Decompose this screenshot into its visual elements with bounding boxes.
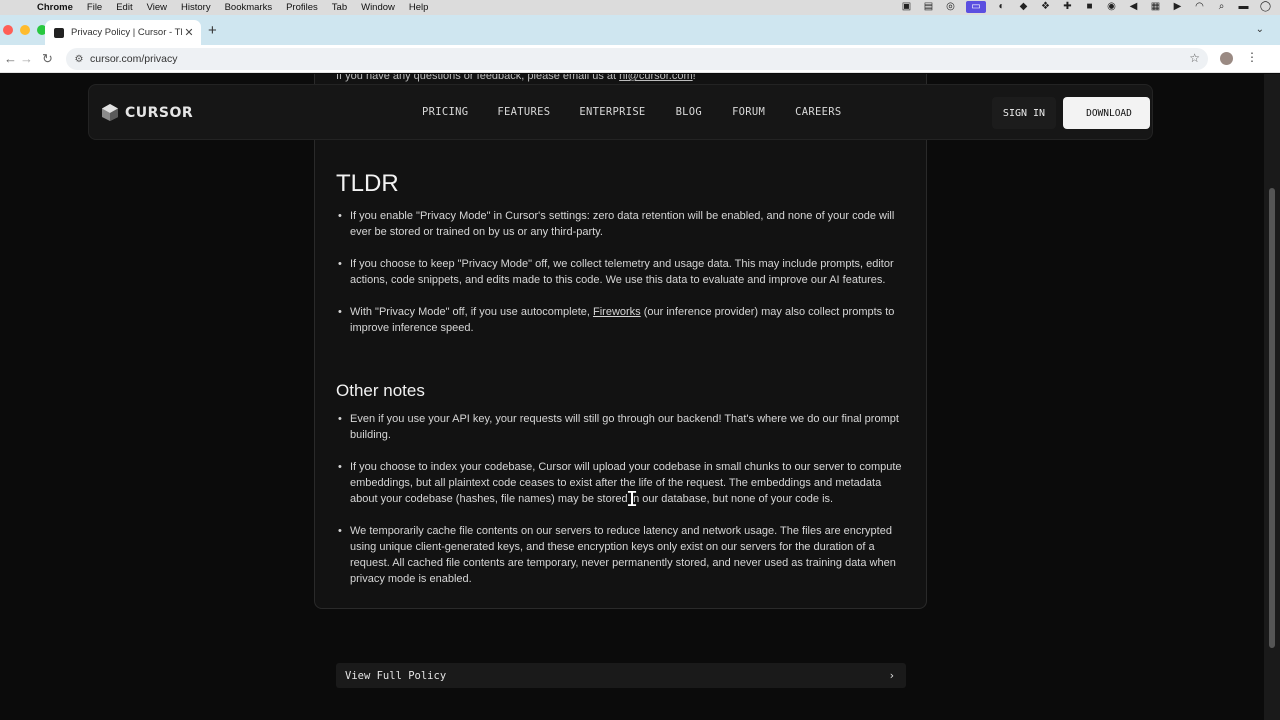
- volume-icon[interactable]: ◀: [1127, 1, 1140, 13]
- tab-strip: Privacy Policy | Cursor - The ✕ + ⌄: [0, 15, 1280, 45]
- tray-clipboard-icon[interactable]: ▤: [922, 1, 935, 13]
- chevron-right-icon: ›: [888, 669, 895, 682]
- favicon-icon: [54, 27, 64, 38]
- site-info-icon[interactable]: ⚙: [72, 54, 86, 65]
- contact-line: If you have any questions or feedback, p…: [336, 74, 696, 82]
- other-notes-list: Even if you use your API key, your reque…: [336, 411, 904, 587]
- profile-avatar[interactable]: [1220, 52, 1233, 65]
- tray-record-icon[interactable]: ■: [1083, 1, 1096, 13]
- control-center-icon[interactable]: ▬: [1237, 1, 1250, 13]
- close-icon[interactable]: ✕: [182, 26, 196, 39]
- nav-features[interactable]: FEATURES: [497, 106, 550, 118]
- macos-menu-bar: Chrome File Edit View History Bookmarks …: [0, 0, 1280, 15]
- play-icon[interactable]: ▶: [1171, 1, 1184, 13]
- tray-active-app-icon[interactable]: ▭: [966, 1, 986, 13]
- tray-app-icon[interactable]: ▣: [900, 1, 913, 13]
- fireworks-link[interactable]: Fireworks: [593, 306, 641, 318]
- menu-edit[interactable]: Edit: [116, 2, 132, 13]
- cursor-logo[interactable]: CURSOR: [101, 103, 193, 122]
- tldr-list: If you enable "Privacy Mode" in Cursor's…: [336, 208, 904, 336]
- page-viewport: If you have any questions or feedback, p…: [0, 74, 1264, 720]
- sign-in-button[interactable]: SIGN IN: [992, 97, 1056, 129]
- list-item: Even if you use your API key, your reque…: [336, 411, 904, 443]
- chevron-down-icon[interactable]: ⌄: [1256, 24, 1264, 35]
- menu-app-name[interactable]: Chrome: [37, 2, 73, 13]
- reload-icon[interactable]: ↻: [42, 51, 53, 67]
- nav-enterprise[interactable]: ENTERPRISE: [579, 106, 645, 118]
- minimize-window-button[interactable]: [20, 25, 30, 35]
- address-bar[interactable]: ⚙ cursor.com/privacy ☆: [66, 48, 1208, 70]
- nav-pricing[interactable]: PRICING: [422, 106, 468, 118]
- menu-window[interactable]: Window: [361, 2, 395, 13]
- close-window-button[interactable]: [3, 25, 13, 35]
- tray-timer-icon[interactable]: ◉: [1105, 1, 1118, 13]
- menu-file[interactable]: File: [87, 2, 102, 13]
- tldr-heading: TLDR: [336, 170, 399, 197]
- nav-blog[interactable]: BLOG: [676, 106, 703, 118]
- grid-icon[interactable]: ▦: [1149, 1, 1162, 13]
- list-item: If you choose to index your codebase, Cu…: [336, 459, 904, 507]
- menu-help[interactable]: Help: [409, 2, 429, 13]
- contact-email-link[interactable]: hi@cursor.com: [619, 74, 693, 82]
- download-label: DOWNLOAD: [1086, 107, 1132, 119]
- url-text[interactable]: cursor.com/privacy: [90, 53, 178, 65]
- tab-title: Privacy Policy | Cursor - The: [71, 27, 182, 38]
- star-icon[interactable]: ☆: [1189, 51, 1200, 65]
- plus-icon[interactable]: +: [208, 22, 217, 39]
- browser-toolbar: ← → ↻ ⚙ cursor.com/privacy ☆ ⋮: [0, 45, 1280, 73]
- kebab-menu-icon[interactable]: ⋮: [1246, 50, 1258, 64]
- page-scrollbar[interactable]: [1264, 74, 1280, 720]
- view-full-policy-button[interactable]: View Full Policy ›: [336, 663, 906, 688]
- tray-fn-icon[interactable]: ◐: [995, 1, 1008, 13]
- download-button[interactable]: DOWNLOAD: [1063, 97, 1150, 129]
- tray-sync-icon[interactable]: ◎: [944, 1, 957, 13]
- window-controls: [3, 25, 47, 35]
- status-tray: ▣ ▤ ◎ ▭ ◐ ◆ ❖ ✚ ■ ◉ ◀ ▦ ▶ ◠ ⌕ ▬ ◯: [900, 1, 1272, 13]
- tray-plugin-icon[interactable]: ✚: [1061, 1, 1074, 13]
- contact-suffix: !: [692, 74, 696, 82]
- text-cursor-icon: I: [626, 487, 639, 511]
- menu-profiles[interactable]: Profiles: [286, 2, 318, 13]
- menu-tab[interactable]: Tab: [332, 2, 347, 13]
- back-icon[interactable]: ←: [4, 51, 17, 66]
- scrollbar-thumb[interactable]: [1269, 188, 1275, 648]
- tab-privacy-policy[interactable]: Privacy Policy | Cursor - The ✕: [45, 20, 201, 45]
- bullet-prefix: With "Privacy Mode" off, if you use auto…: [350, 306, 593, 318]
- list-item: We temporarily cache file contents on ou…: [336, 523, 904, 587]
- menu-view[interactable]: View: [147, 2, 167, 13]
- nav-forum[interactable]: FORUM: [732, 106, 765, 118]
- primary-nav: PRICING FEATURES ENTERPRISE BLOG FORUM C…: [422, 106, 842, 118]
- list-item: If you enable "Privacy Mode" in Cursor's…: [336, 208, 904, 240]
- tray-extension-icon[interactable]: ◆: [1017, 1, 1030, 13]
- menu-history[interactable]: History: [181, 2, 211, 13]
- other-notes-heading: Other notes: [336, 381, 425, 400]
- list-item: If you choose to keep "Privacy Mode" off…: [336, 256, 904, 288]
- cursor-logo-icon: [102, 104, 118, 121]
- logo-wordmark: CURSOR: [125, 104, 194, 121]
- forward-icon[interactable]: →: [20, 51, 33, 66]
- contact-text: If you have any questions or feedback, p…: [336, 74, 617, 82]
- siri-icon[interactable]: ◯: [1259, 1, 1272, 13]
- spotlight-search-icon[interactable]: ⌕: [1215, 1, 1228, 13]
- view-full-policy-label: View Full Policy: [345, 669, 447, 682]
- nav-careers[interactable]: CAREERS: [795, 106, 841, 118]
- dropbox-icon[interactable]: ❖: [1039, 1, 1052, 13]
- list-item: With "Privacy Mode" off, if you use auto…: [336, 304, 904, 336]
- menu-bookmarks[interactable]: Bookmarks: [225, 2, 273, 13]
- site-header: CURSOR PRICING FEATURES ENTERPRISE BLOG …: [88, 84, 1153, 140]
- wifi-icon[interactable]: ◠: [1193, 1, 1206, 13]
